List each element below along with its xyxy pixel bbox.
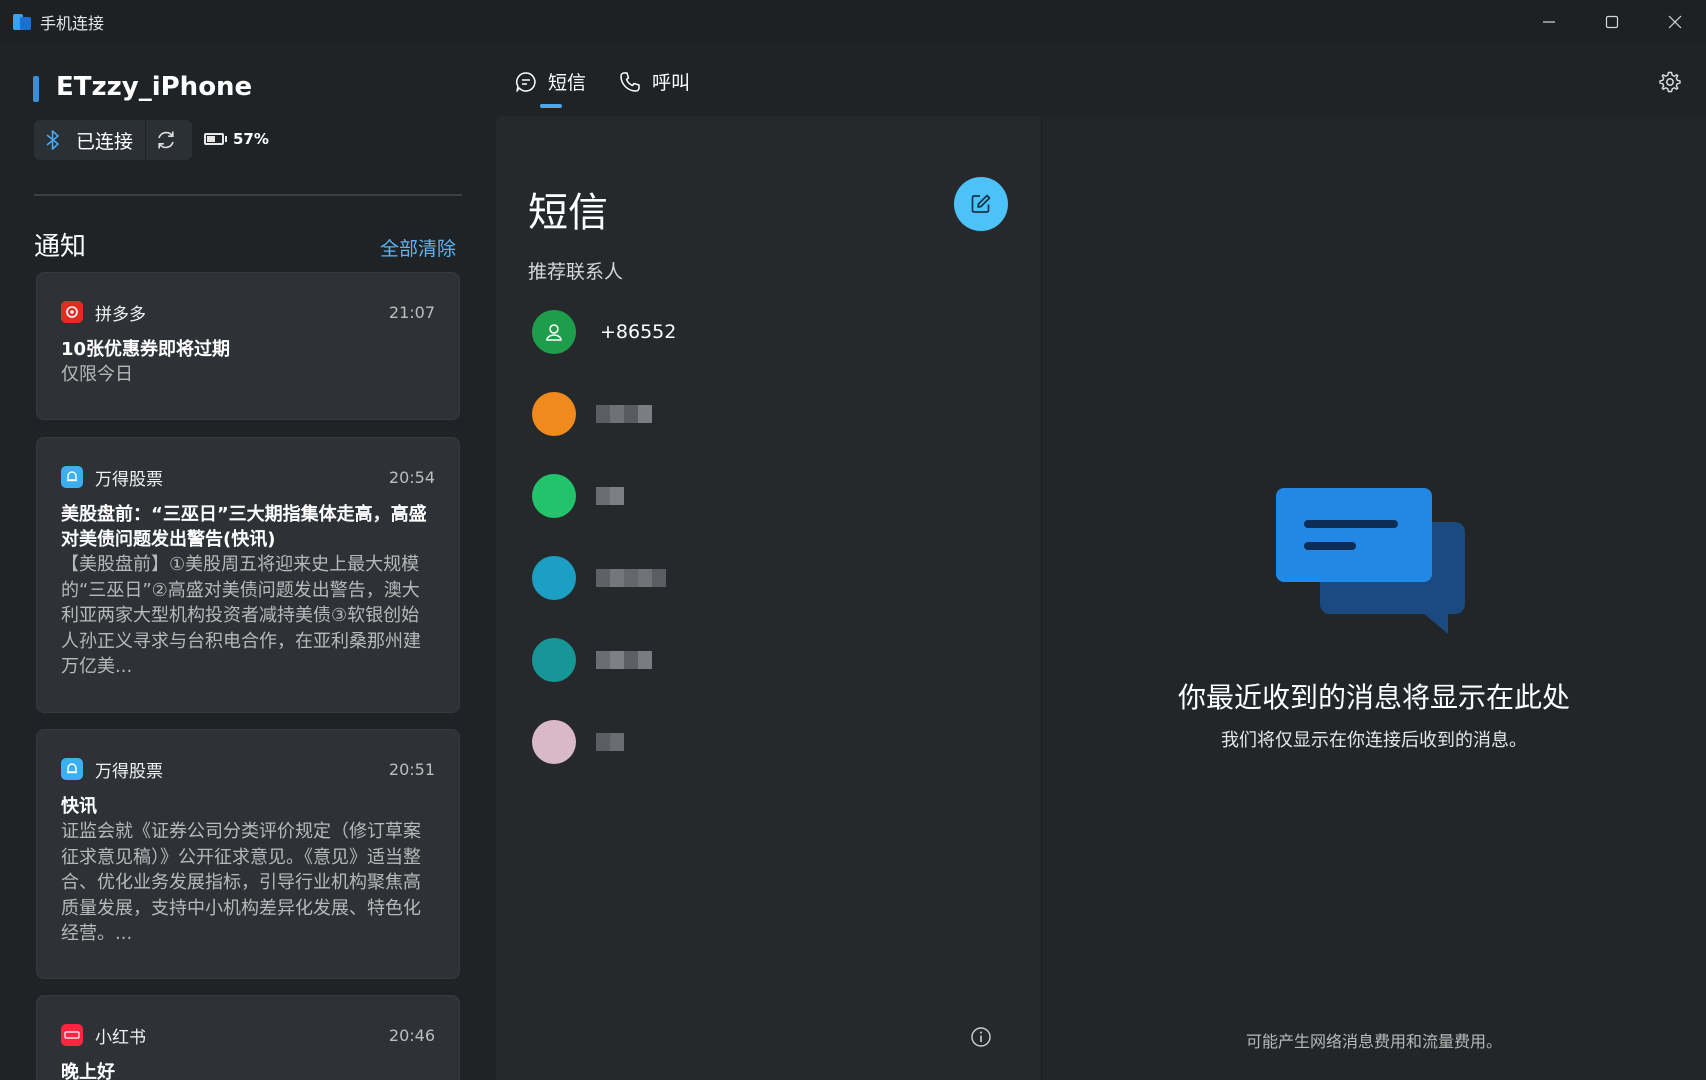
gear-icon <box>1659 71 1681 93</box>
notification-app-name: 万得股票 <box>95 761 163 782</box>
device-phone-icon <box>33 76 39 102</box>
sidebar-divider <box>34 194 462 196</box>
close-button[interactable] <box>1643 0 1706 44</box>
bluetooth-icon <box>46 129 68 151</box>
phone-link-app-icon <box>13 13 31 31</box>
compose-icon <box>971 194 991 213</box>
contact-avatar <box>532 310 576 354</box>
device-name: ETzzy_iPhone <box>56 72 253 102</box>
message-icon <box>516 71 536 92</box>
contact-name-redacted <box>596 405 652 423</box>
notification-title: 快讯 <box>61 796 97 817</box>
contact-avatar <box>532 392 576 436</box>
minimize-button[interactable] <box>1517 0 1580 44</box>
contact-name-redacted <box>596 733 624 751</box>
connection-status: 已连接 <box>76 130 134 153</box>
contact-avatar <box>532 474 576 518</box>
battery-fill <box>207 136 215 142</box>
notification-body: 仅限今日 <box>61 364 133 385</box>
xiaohongshu-icon <box>61 1024 83 1046</box>
notification-title: 10张优惠券即将过期 <box>61 339 231 360</box>
clear-all-button[interactable]: 全部清除 <box>380 234 456 261</box>
tab-messages-label: 短信 <box>548 72 587 94</box>
title-bar: 手机连接 <box>0 0 1706 44</box>
minimize-icon <box>1542 21 1555 23</box>
empty-state-title: 你最近收到的消息将显示在此处 <box>1177 681 1570 714</box>
notification-time: 20:51 <box>388 759 435 779</box>
notifications-title: 通知 <box>34 232 87 262</box>
recommended-contacts-label: 推荐联系人 <box>528 261 624 283</box>
notification-title: 美股盘前：“三巫日”三大期指集体走高，高盛对美债问题发出警告(快讯) <box>61 504 427 550</box>
battery-tip <box>225 136 227 142</box>
pinduoduo-icon <box>61 301 83 323</box>
person-icon <box>546 324 562 341</box>
contact-avatar <box>532 638 576 682</box>
window-title: 手机连接 <box>40 14 105 33</box>
tab-calls[interactable]: 呼叫 <box>618 68 690 95</box>
notification-card[interactable]: 拼多多 21:07 10张优惠券即将过期 仅限今日 <box>36 272 460 420</box>
settings-button[interactable] <box>1658 70 1682 94</box>
maximize-icon <box>1605 15 1618 29</box>
phone-icon <box>620 71 640 92</box>
contact-name: +86552 <box>600 321 677 343</box>
notification-card[interactable]: 万得股票 20:51 快讯 证监会就《证券公司分类评价规定（修订草案征求意见稿）… <box>36 729 460 979</box>
notification-card[interactable]: 万得股票 20:54 美股盘前：“三巫日”三大期指集体走高，高盛对美债问题发出警… <box>36 437 460 713</box>
refresh-icon <box>158 131 174 149</box>
notification-time: 20:54 <box>388 467 435 487</box>
maximize-button[interactable] <box>1580 0 1643 44</box>
contact-item[interactable] <box>532 466 952 526</box>
battery-icon <box>204 133 224 145</box>
contact-avatar <box>532 720 576 764</box>
contact-name-redacted <box>596 569 666 587</box>
chat-bubbles-icon <box>1272 486 1482 636</box>
contact-name-redacted <box>596 487 624 505</box>
info-icon <box>971 1027 991 1047</box>
notification-card[interactable]: 小红书 20:46 晚上好 <box>36 995 460 1080</box>
window-controls <box>1517 0 1706 44</box>
notification-app-name: 拼多多 <box>95 304 146 325</box>
contact-item[interactable] <box>532 712 952 772</box>
bell-icon <box>61 758 83 780</box>
notification-body: 证监会就《证券公司分类评价规定（修订草案征求意见稿）》公开征求意见。《意见》适当… <box>61 821 421 944</box>
notification-app-name: 万得股票 <box>95 469 163 490</box>
active-tab-indicator <box>540 104 562 108</box>
notification-time: 20:46 <box>388 1025 435 1045</box>
contact-item[interactable] <box>532 548 952 608</box>
bell-icon <box>61 466 83 488</box>
contact-item[interactable] <box>532 630 952 690</box>
new-message-button[interactable] <box>954 177 1008 231</box>
contact-item[interactable] <box>532 384 952 444</box>
notification-body: 【美股盘前】①美股周五将迎来史上最大规模的“三巫日”②高盛对美债问题发出警告，澳… <box>61 554 421 677</box>
contact-name-redacted <box>596 651 652 669</box>
fee-notice: 可能产生网络消息费用和流量费用。 <box>1245 1032 1502 1051</box>
battery-percent: 57% <box>233 130 269 148</box>
tab-messages[interactable]: 短信 <box>514 68 586 95</box>
connection-status-pill: 已连接 <box>34 120 192 160</box>
contact-avatar <box>532 556 576 600</box>
tab-calls-label: 呼叫 <box>652 72 691 94</box>
empty-state-subtitle: 我们将仅显示在你连接后收到的消息。 <box>1221 730 1527 751</box>
notification-title: 晚上好 <box>61 1062 115 1080</box>
notification-app-name: 小红书 <box>95 1027 146 1048</box>
close-icon <box>1668 15 1681 29</box>
info-button[interactable] <box>970 1026 992 1048</box>
battery-status: 57% <box>204 130 269 148</box>
contact-item[interactable]: +86552 <box>532 302 952 362</box>
sync-button[interactable] <box>146 129 186 151</box>
notification-time: 21:07 <box>388 302 435 322</box>
messages-title: 短信 <box>528 190 608 236</box>
